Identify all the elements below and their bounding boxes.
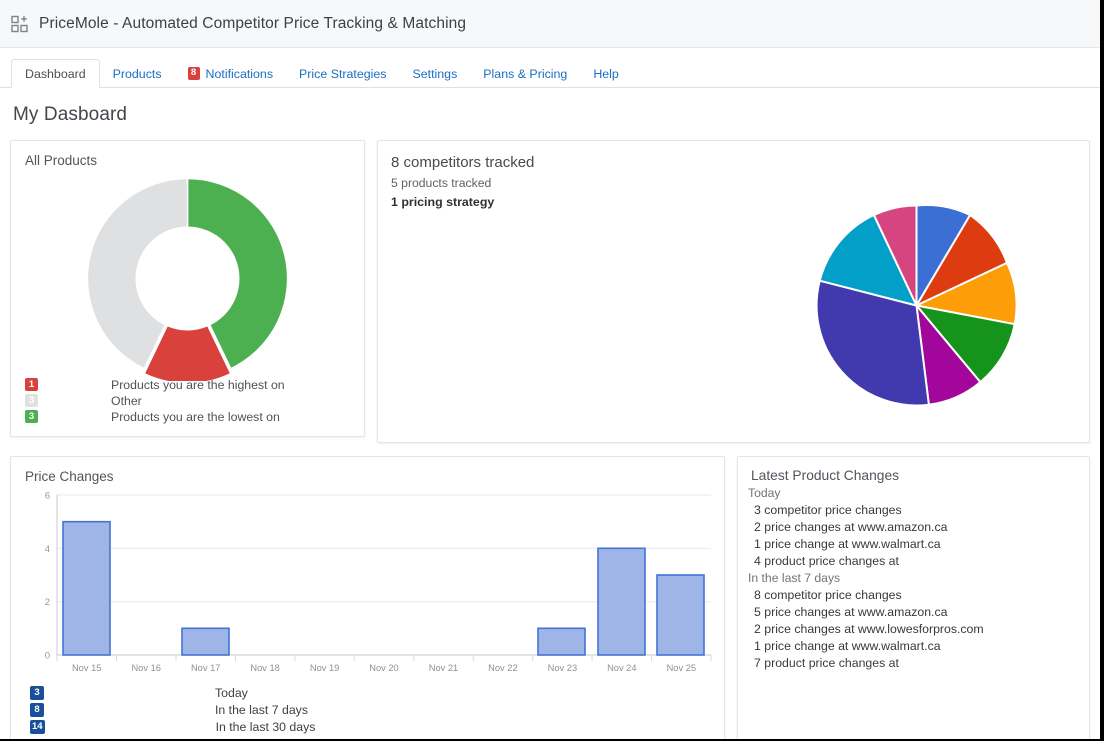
bars — [62, 520, 705, 656]
all-products-legend: 1 Products you are the highest on 3 Othe… — [25, 377, 355, 425]
latest-item-today-0: 3 competitor price changes — [754, 503, 902, 517]
bar-nov-23[interactable] — [537, 627, 586, 656]
svg-text:Nov 21: Nov 21 — [429, 663, 458, 673]
latest-changes-title: Latest Product Changes — [751, 468, 900, 483]
legend-label-last-30-days: In the last 30 days — [215, 719, 316, 734]
all-products-donut-chart — [85, 176, 290, 381]
tab-notifications[interactable]: 8 Notifications — [175, 59, 287, 88]
card-price-changes: Price Changes 6 4 2 0 Nov 15 Nov 16 Nov … — [10, 456, 726, 739]
svg-text:Nov 15: Nov 15 — [72, 663, 101, 673]
tab-price-strategies-label: Price Strategies — [299, 66, 387, 81]
svg-text:Nov 25: Nov 25 — [667, 663, 696, 673]
legend-badge-today: 3 — [30, 685, 44, 700]
competitors-headline: 8 competitors tracked — [391, 154, 535, 171]
competitors-products-tracked: 5 products tracked — [391, 176, 492, 190]
all-products-title: All Products — [25, 153, 98, 168]
dashboard-row-top: All Products 1 Products you are the high… — [0, 140, 1100, 443]
tab-dashboard[interactable]: Dashboard — [11, 59, 100, 88]
svg-text:Nov 20: Nov 20 — [369, 663, 398, 673]
svg-text:2: 2 — [45, 597, 50, 608]
svg-text:Nov 24: Nov 24 — [607, 663, 636, 673]
app-window: PriceMole - Automated Competitor Price T… — [0, 0, 1104, 741]
donut-hole — [135, 226, 240, 331]
price-changes-title: Price Changes — [25, 469, 114, 484]
latest-group-7days-label: In the last 7 days — [748, 571, 841, 585]
svg-text:Nov 19: Nov 19 — [310, 663, 339, 673]
dashboard-row-bottom: Price Changes 6 4 2 0 Nov 15 Nov 16 Nov … — [0, 456, 1100, 739]
svg-text:Nov 23: Nov 23 — [548, 663, 577, 673]
svg-text:4: 4 — [45, 544, 50, 555]
competitors-pie-chart — [814, 203, 1019, 408]
notifications-badge: 8 — [187, 67, 200, 80]
legend-badge-last-30-days: 14 — [30, 719, 45, 734]
x-tick-marks — [56, 655, 712, 661]
latest-item-7days-3: 1 price change at www.walmart.ca — [754, 639, 941, 653]
donut-svg — [86, 177, 289, 381]
legend-badge-lowest: 3 — [25, 410, 38, 423]
legend-badge-other: 3 — [25, 394, 38, 407]
card-competitors: 8 competitors tracked 5 products tracked… — [377, 140, 1090, 443]
tab-dashboard-label: Dashboard — [25, 66, 86, 81]
price-changes-legend: 3 Today 8 In the last 7 days 14 In the l… — [30, 684, 315, 735]
svg-text:0: 0 — [45, 651, 50, 662]
svg-text:Nov 16: Nov 16 — [131, 663, 160, 673]
app-header: PriceMole - Automated Competitor Price T… — [0, 0, 1100, 48]
x-tick-labels: Nov 15 Nov 16 Nov 17 Nov 18 Nov 19 Nov 2… — [72, 663, 696, 673]
bar-chart-svg: 6 4 2 0 Nov 15 Nov 16 Nov 17 Nov 18 Nov … — [45, 491, 712, 673]
card-latest-product-changes: Latest Product Changes Today 3 competito… — [737, 456, 1090, 739]
legend-badge-last-7-days: 8 — [30, 702, 44, 717]
y-tick-labels: 6 4 2 0 — [45, 491, 50, 662]
latest-item-today-2: 1 price change at www.walmart.ca — [754, 537, 941, 551]
legend-label-other: Other — [111, 393, 142, 408]
latest-item-today-1: 2 price changes at www.amazon.ca — [754, 520, 948, 534]
latest-item-7days-4: 7 product price changes at — [738, 653, 1089, 670]
latest-item-7days-0: 8 competitor price changes — [754, 588, 902, 602]
bar-nov-25[interactable] — [656, 574, 705, 656]
bar-nov-24[interactable] — [597, 547, 646, 656]
svg-text:Nov 17: Nov 17 — [191, 663, 220, 673]
page-title: My Dasboard — [13, 104, 128, 125]
main-navigation-tabs: Dashboard Products 8 Notifications Price… — [0, 48, 1100, 88]
legend-item-last-7-days: 8 In the last 7 days — [30, 701, 315, 718]
legend-label-lowest: Products you are the lowest on — [111, 409, 280, 424]
latest-item-7days-2: 2 price changes at www.lowesforpros.com — [754, 622, 984, 636]
tab-notifications-label: Notifications — [205, 66, 274, 81]
dashboard-add-icon — [11, 15, 29, 33]
legend-item-last-30-days: 14 In the last 30 days — [30, 718, 315, 735]
tab-price-strategies[interactable]: Price Strategies — [286, 59, 399, 88]
tab-help-label: Help — [593, 66, 619, 81]
legend-item-today: 3 Today — [30, 684, 315, 701]
tab-help[interactable]: Help — [580, 59, 631, 88]
bar-nov-15[interactable] — [62, 520, 111, 656]
price-changes-bar-chart: 6 4 2 0 Nov 15 Nov 16 Nov 17 Nov 18 Nov … — [11, 483, 726, 683]
tab-plans-pricing[interactable]: Plans & Pricing — [470, 59, 580, 88]
legend-label-highest: Products you are the highest on — [111, 377, 285, 392]
svg-text:Nov 22: Nov 22 — [488, 663, 517, 673]
tab-products[interactable]: Products — [100, 59, 175, 88]
legend-badge-highest: 1 — [25, 378, 38, 391]
pie-svg — [815, 204, 1018, 407]
tab-settings-label: Settings — [412, 66, 458, 81]
latest-item-7days-1: 5 price changes at www.amazon.ca — [754, 605, 948, 619]
svg-text:6: 6 — [45, 491, 50, 502]
app-title: PriceMole - Automated Competitor Price T… — [39, 14, 467, 32]
latest-item-today-3: 4 product price changes at — [738, 551, 1089, 568]
legend-item-other: 3 Other — [25, 393, 355, 408]
legend-label-last-7-days: In the last 7 days — [215, 702, 308, 717]
tab-plans-pricing-label: Plans & Pricing — [483, 66, 568, 81]
latest-group-today-label: Today — [748, 486, 781, 500]
card-all-products: All Products 1 Products you are the high… — [10, 140, 365, 437]
svg-text:Nov 18: Nov 18 — [250, 663, 279, 673]
tab-settings[interactable]: Settings — [400, 59, 471, 88]
legend-item-lowest: 3 Products you are the lowest on — [25, 409, 355, 424]
legend-item-highest: 1 Products you are the highest on — [25, 377, 355, 392]
tab-products-label: Products — [112, 66, 162, 81]
bar-nov-17[interactable] — [181, 627, 230, 656]
legend-label-today: Today — [215, 685, 248, 700]
